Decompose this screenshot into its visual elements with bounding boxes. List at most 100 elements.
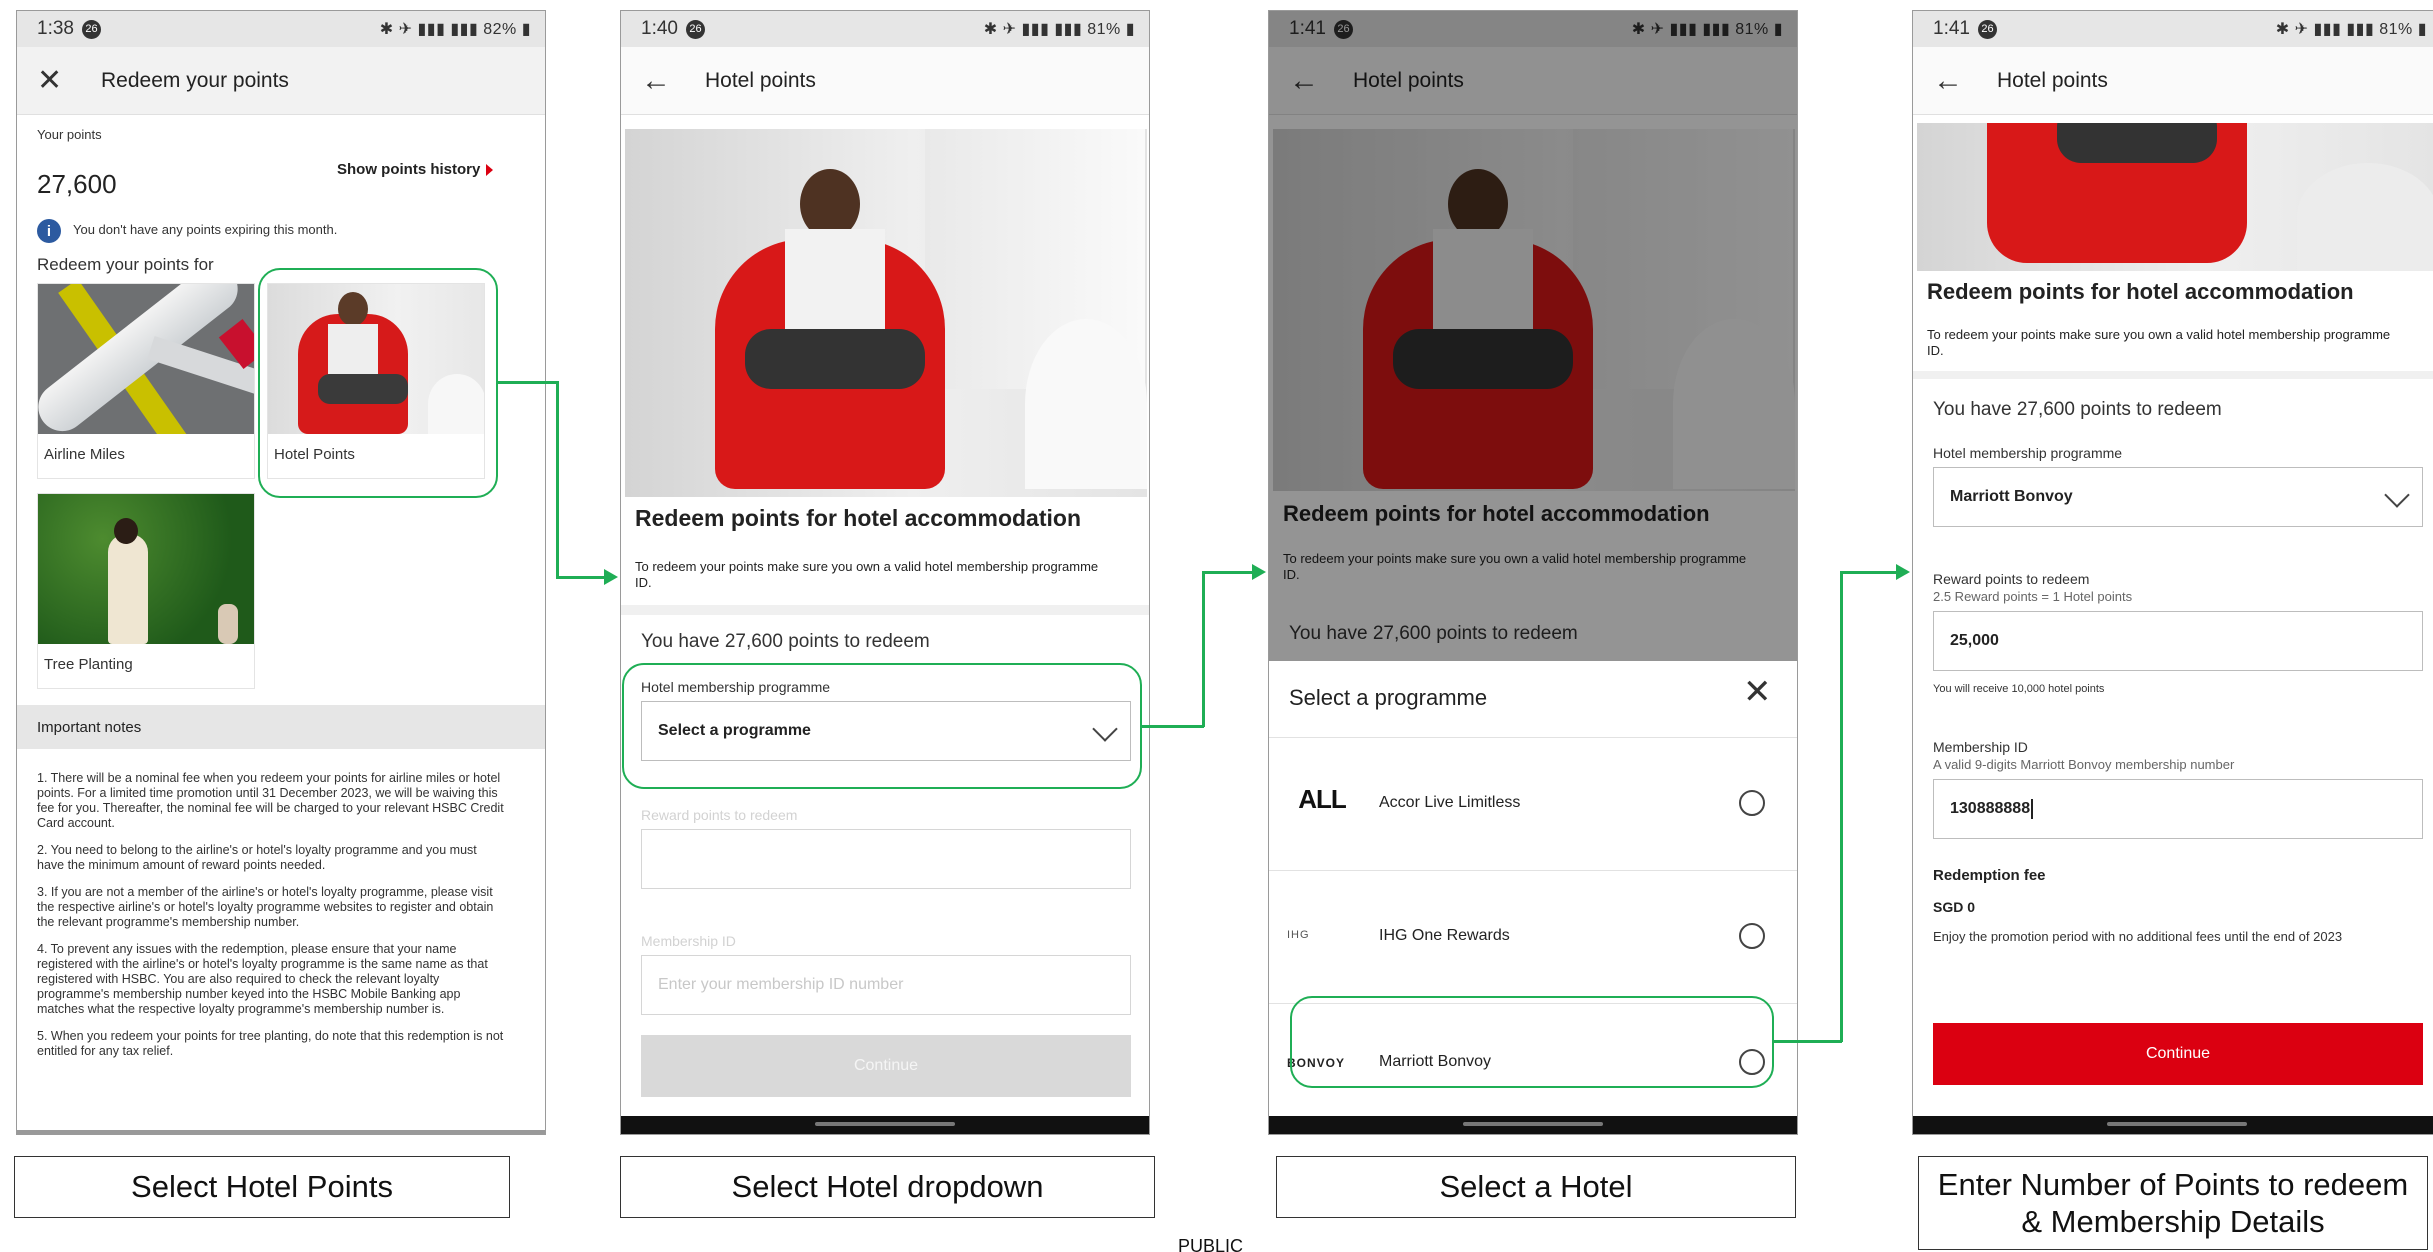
connector-line: [1774, 1040, 1842, 1043]
reward-points-value: 25,000: [1950, 632, 1999, 649]
programme-label: Hotel membership programme: [1933, 445, 2123, 461]
hotel-hero-image: [1917, 123, 2433, 271]
membership-placeholder: Enter your membership ID number: [658, 976, 904, 993]
membership-id-input[interactable]: 130888888: [1933, 779, 2423, 839]
membership-id-hint: A valid 9-digits Marriott Bonvoy members…: [1933, 757, 2235, 772]
connector-line: [556, 576, 606, 579]
reward-points-input[interactable]: [641, 829, 1131, 889]
caption-step-4: Enter Number of Points to redeem & Membe…: [1918, 1156, 2428, 1250]
section-subtext: To redeem your points make sure you own …: [635, 559, 1099, 590]
back-arrow-icon[interactable]: ←: [641, 65, 671, 96]
app-bar: ← Hotel points: [1913, 47, 2433, 115]
section-subtext: To redeem your points make sure you own …: [1927, 327, 2391, 358]
redemption-fee-label: Redemption fee: [1933, 867, 2046, 884]
radio-button[interactable]: [1739, 790, 1765, 816]
arrow-right-icon: [1252, 564, 1266, 580]
reward-points-label: Reward points to redeem: [1933, 571, 2090, 587]
option-tree-planting[interactable]: Tree Planting: [37, 493, 255, 689]
bottom-edge: [17, 1130, 545, 1134]
chevron-right-icon: [486, 163, 494, 176]
close-icon[interactable]: ✕: [1743, 675, 1772, 709]
continue-button[interactable]: Continue: [641, 1035, 1131, 1097]
status-bar: 1:41 26 ✱ ✈ ▮▮▮ ▮▮▮ 81% ▮: [1913, 11, 2433, 47]
option-label: Airline Miles: [44, 446, 125, 463]
note-item: 5. When you redeem your points for tree …: [37, 1029, 504, 1058]
important-notes-heading: Important notes: [17, 705, 545, 749]
conversion-rate: 2.5 Reward points = 1 Hotel points: [1933, 589, 2133, 604]
caption-step-3: Select a Hotel: [1276, 1156, 1796, 1218]
membership-id-label: Membership ID: [1933, 739, 2028, 755]
programme-select[interactable]: Marriott Bonvoy: [1933, 467, 2423, 527]
modal-scrim[interactable]: [1269, 11, 1797, 661]
app-bar: ✕ Redeem your points: [17, 47, 545, 115]
divider: [1913, 371, 2433, 379]
page-title: Hotel points: [705, 68, 816, 92]
redeem-for-heading: Redeem your points for: [37, 255, 214, 274]
highlight-marriott-option: [1290, 996, 1774, 1088]
airplane-image: [38, 284, 254, 434]
note-item: 3. If you are not a member of the airlin…: [37, 885, 494, 929]
points-available-text: You have 27,600 points to redeem: [1933, 399, 2222, 420]
note-item: 4. To prevent any issues with the redemp…: [37, 942, 488, 1016]
status-bar: 1:38 26 ✱ ✈ ▮▮▮ ▮▮▮ 82% ▮: [17, 11, 545, 47]
continue-button[interactable]: Continue: [1933, 1023, 2423, 1085]
ihg-logo: IHG: [1287, 929, 1310, 941]
arrow-right-icon: [604, 569, 618, 585]
notification-badge: 26: [685, 19, 705, 39]
programme-name: Accor Live Limitless: [1379, 794, 1521, 811]
reward-points-label: Reward points to redeem: [641, 807, 798, 823]
show-points-history-link[interactable]: Show points history: [337, 161, 494, 178]
section-heading: Redeem points for hotel accommodation: [635, 505, 1081, 531]
receive-note: You will receive 10,000 hotel points: [1933, 683, 2105, 695]
accor-logo: ALL: [1298, 784, 1347, 814]
sheet-title: Select a programme: [1289, 685, 1488, 710]
connector-line: [1840, 571, 1843, 1042]
programme-select-value: Marriott Bonvoy: [1950, 488, 2073, 505]
caption-step-1: Select Hotel Points: [14, 1156, 510, 1218]
status-icons: ✱ ✈ ▮▮▮ ▮▮▮ 82% ▮: [379, 21, 531, 38]
tree-planting-image: [38, 494, 254, 644]
programme-option-accor[interactable]: ALL Accor Live Limitless: [1269, 738, 1797, 870]
connector-line: [1840, 571, 1898, 574]
programme-option-ihg[interactable]: IHG IHG One Rewards: [1269, 871, 1797, 1003]
phone-screen-hotel-dropdown: 1:40 26 ✱ ✈ ▮▮▮ ▮▮▮ 81% ▮ ← Hotel points …: [620, 10, 1150, 1135]
back-arrow-icon[interactable]: ←: [1933, 65, 1963, 96]
divider: [621, 605, 1149, 615]
note-item: 1. There will be a nominal fee when you …: [37, 771, 504, 830]
connector-line: [498, 381, 558, 384]
connector-line: [556, 381, 559, 577]
status-time: 1:38: [37, 18, 74, 39]
note-item: 2. You need to belong to the airline's o…: [37, 843, 477, 872]
section-heading: Redeem points for hotel accommodation: [1927, 279, 2354, 304]
phone-screen-redeem: 1:38 26 ✱ ✈ ▮▮▮ ▮▮▮ 82% ▮ ✕ Redeem your p…: [16, 10, 546, 1135]
classification-label: PUBLIC: [1178, 1236, 1244, 1252]
home-indicator: [1269, 1116, 1797, 1134]
info-text: You don't have any points expiring this …: [73, 222, 338, 237]
show-history-label: Show points history: [337, 161, 481, 178]
status-icons: ✱ ✈ ▮▮▮ ▮▮▮ 81% ▮: [2275, 21, 2427, 38]
connector-line: [1202, 571, 1205, 727]
highlight-programme-dropdown: [622, 663, 1142, 789]
caption-step-2: Select Hotel dropdown: [620, 1156, 1155, 1218]
notification-badge: 26: [1977, 19, 1997, 39]
close-icon[interactable]: ✕: [37, 65, 67, 96]
app-bar: ← Hotel points: [621, 47, 1149, 115]
page-title: Redeem your points: [101, 68, 289, 92]
option-label: Tree Planting: [44, 656, 133, 673]
option-airline-miles[interactable]: Airline Miles: [37, 283, 255, 479]
phone-screen-membership-details: 1:41 26 ✱ ✈ ▮▮▮ ▮▮▮ 81% ▮ ← Hotel points …: [1912, 10, 2433, 1135]
hotel-hero-image: [625, 129, 1147, 497]
text-cursor: [2031, 799, 2034, 819]
programme-name: IHG One Rewards: [1379, 927, 1510, 944]
radio-button[interactable]: [1739, 923, 1765, 949]
info-icon: i: [37, 219, 61, 243]
membership-id-input[interactable]: Enter your membership ID number: [641, 955, 1131, 1015]
connector-line: [1142, 725, 1204, 728]
home-indicator: [1913, 1116, 2433, 1134]
reward-points-input[interactable]: 25,000: [1933, 611, 2423, 671]
your-points-label: Your points: [37, 127, 102, 142]
home-indicator: [621, 1116, 1149, 1134]
membership-id-value: 130888888: [1950, 800, 2031, 817]
status-time: 1:41: [1933, 18, 1970, 39]
arrow-right-icon: [1896, 564, 1910, 580]
